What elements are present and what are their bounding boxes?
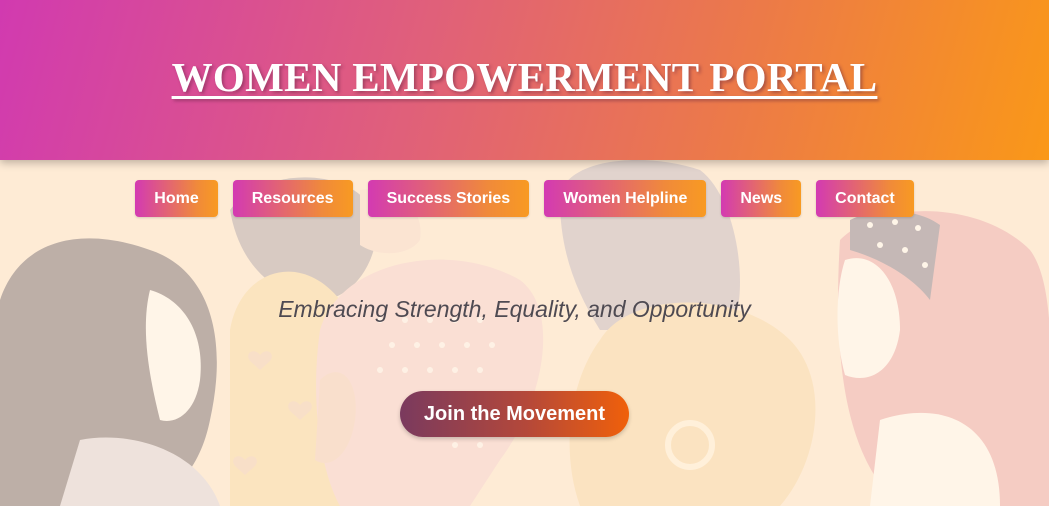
main-nav: Home Resources Success Stories Women Hel… bbox=[0, 180, 1049, 217]
nav-item-contact[interactable]: Contact bbox=[816, 180, 914, 217]
site-header: WOMEN EMPOWERMENT PORTAL bbox=[0, 0, 1049, 160]
hero-tagline: Embracing Strength, Equality, and Opport… bbox=[278, 296, 751, 322]
nav-item-women-helpline[interactable]: Women Helpline bbox=[544, 180, 707, 217]
nav-item-news[interactable]: News bbox=[721, 180, 802, 217]
nav-item-success-stories[interactable]: Success Stories bbox=[367, 180, 530, 217]
join-the-movement-button[interactable]: Join the Movement bbox=[400, 391, 629, 437]
nav-item-home[interactable]: Home bbox=[135, 180, 218, 217]
site-title: WOMEN EMPOWERMENT PORTAL bbox=[171, 54, 878, 100]
nav-item-resources[interactable]: Resources bbox=[232, 180, 353, 217]
